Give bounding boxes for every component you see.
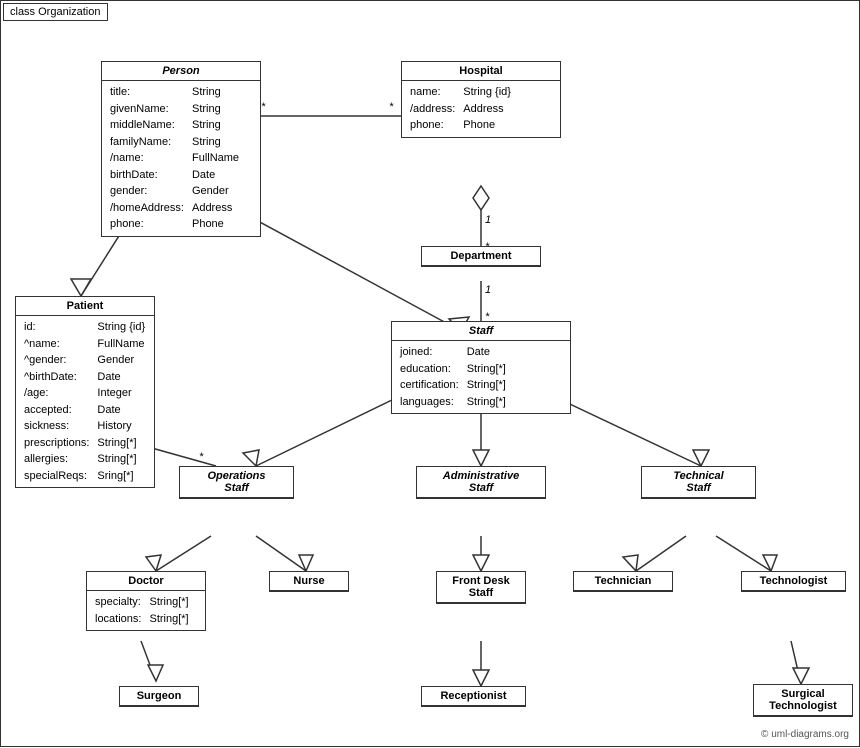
class-surgeon-title: Surgeon xyxy=(120,687,198,706)
class-hospital: Hospital name:String {id} /address:Addre… xyxy=(401,61,561,138)
class-staff-attrs: joined:Date education:String[*] certific… xyxy=(392,341,570,413)
class-operations-staff: OperationsStaff xyxy=(179,466,294,499)
class-hospital-attrs: name:String {id} /address:Address phone:… xyxy=(402,81,560,137)
class-operations-staff-title: OperationsStaff xyxy=(180,467,293,498)
class-surgical-technologist-title: SurgicalTechnologist xyxy=(754,685,852,716)
class-staff: Staff joined:Date education:String[*] ce… xyxy=(391,321,571,414)
mult-person-hospital-right: * xyxy=(389,101,393,113)
class-patient-title: Patient xyxy=(16,297,154,316)
class-receptionist: Receptionist xyxy=(421,686,526,707)
class-nurse-title: Nurse xyxy=(270,572,348,591)
class-nurse: Nurse xyxy=(269,571,349,592)
class-person-title: Person xyxy=(102,62,260,81)
mult-dept-staff-1: 1 xyxy=(485,284,491,296)
class-administrative-staff: AdministrativeStaff xyxy=(416,466,546,499)
class-hospital-title: Hospital xyxy=(402,62,560,81)
mult-hospital-dept-1: 1 xyxy=(485,214,491,226)
class-patient-attrs: id:String {id} ^name:FullName ^gender:Ge… xyxy=(16,316,154,487)
class-front-desk-staff: Front DeskStaff xyxy=(436,571,526,604)
class-technical-staff: TechnicalStaff xyxy=(641,466,756,499)
copyright: © uml-diagrams.org xyxy=(761,729,849,740)
class-department-title: Department xyxy=(422,247,540,266)
class-person-attrs: title:String givenName:String middleName… xyxy=(102,81,260,236)
class-surgeon: Surgeon xyxy=(119,686,199,707)
class-surgical-technologist: SurgicalTechnologist xyxy=(753,684,853,717)
class-doctor-attrs: specialty:String[*] locations:String[*] xyxy=(87,591,205,630)
class-receptionist-title: Receptionist xyxy=(422,687,525,706)
class-administrative-staff-title: AdministrativeStaff xyxy=(417,467,545,498)
class-doctor-title: Doctor xyxy=(87,572,205,591)
class-front-desk-staff-title: Front DeskStaff xyxy=(437,572,525,603)
class-person: Person title:String givenName:String mid… xyxy=(101,61,261,237)
class-technologist: Technologist xyxy=(741,571,846,592)
mult-person-hospital-left: * xyxy=(261,101,265,113)
diagram-title: class Organization xyxy=(3,3,108,21)
class-doctor: Doctor specialty:String[*] locations:Str… xyxy=(86,571,206,631)
mult-ops-patient-star: * xyxy=(199,451,203,463)
diagram: class Organization xyxy=(0,0,860,747)
class-department: Department xyxy=(421,246,541,267)
class-technician-title: Technician xyxy=(574,572,672,591)
class-technologist-title: Technologist xyxy=(742,572,845,591)
class-technician: Technician xyxy=(573,571,673,592)
class-technical-staff-title: TechnicalStaff xyxy=(642,467,755,498)
class-staff-title: Staff xyxy=(392,322,570,341)
class-patient: Patient id:String {id} ^name:FullName ^g… xyxy=(15,296,155,488)
